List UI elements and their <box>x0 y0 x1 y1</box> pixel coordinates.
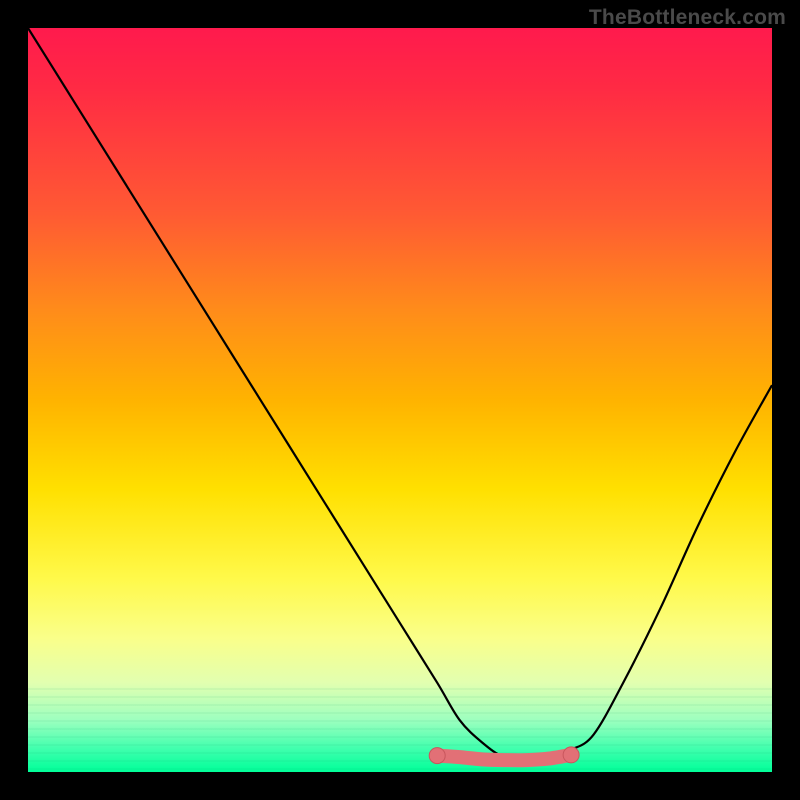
chart-frame: TheBottleneck.com <box>0 0 800 800</box>
optimal-range-marker <box>437 755 571 760</box>
plot-area <box>28 28 772 772</box>
bottleneck-curve <box>28 28 772 758</box>
optimal-range-end-right <box>563 747 579 763</box>
watermark-text: TheBottleneck.com <box>589 6 786 30</box>
optimal-range-end-left <box>429 748 445 764</box>
curve-svg <box>28 28 772 772</box>
